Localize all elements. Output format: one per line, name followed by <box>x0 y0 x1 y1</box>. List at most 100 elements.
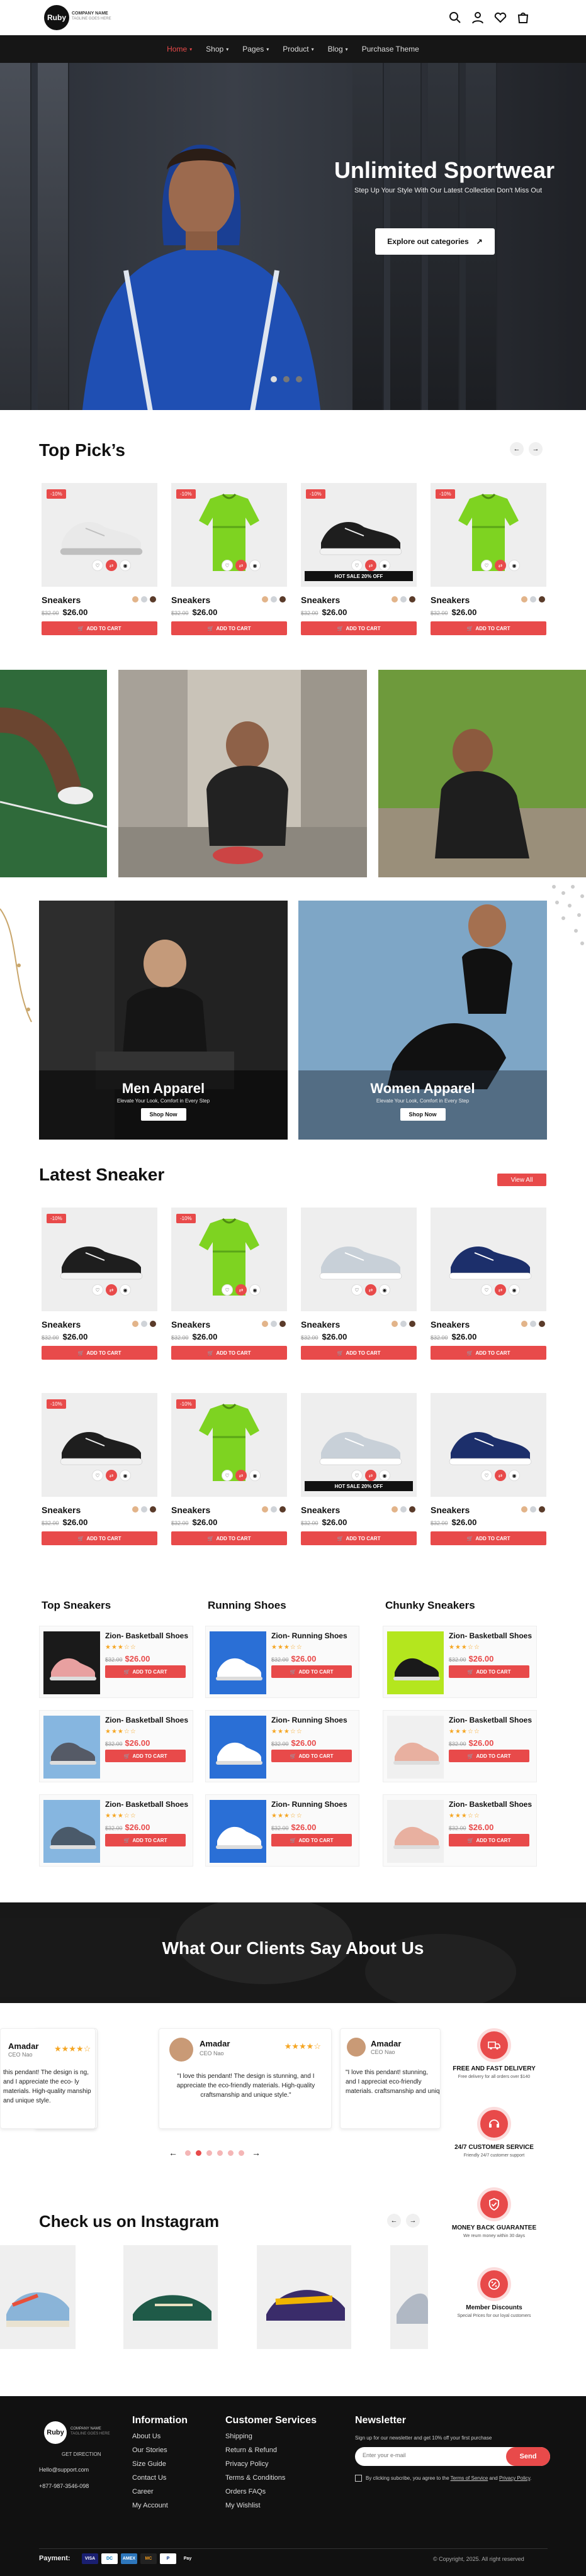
product-name[interactable]: Zion- Running Shoes <box>271 1716 347 1724</box>
product-card[interactable]: -10% ♡ ⇄ ◉ Sneakers $32.00 $26.00 🛒 ADD TO CART <box>431 483 546 647</box>
mini-product-card[interactable]: Zion- Basketball Shoes ★★★☆☆ $32.00 $26.00 🛒… <box>39 1794 193 1867</box>
product-card[interactable]: -10% HOT SALE 20% OFF ♡ ⇄ ◉ Sneakers $32.00 $26… <box>301 483 417 647</box>
swatch[interactable] <box>521 1321 527 1327</box>
product-name[interactable]: Sneakers <box>171 595 210 605</box>
pagination-dot[interactable] <box>196 2150 201 2156</box>
swatch[interactable] <box>132 1321 138 1327</box>
swatch[interactable] <box>409 1506 415 1513</box>
heart-icon[interactable]: ♡ <box>351 560 363 571</box>
swatch[interactable] <box>279 596 286 602</box>
add-to-cart-button[interactable]: 🛒 ADD TO CART <box>301 1531 417 1545</box>
heart-icon[interactable]: ♡ <box>92 560 103 571</box>
product-image[interactable] <box>43 1631 100 1694</box>
heart-icon[interactable]: ♡ <box>92 1470 103 1481</box>
heart-icon[interactable]: ♡ <box>92 1284 103 1296</box>
product-name[interactable]: Zion- Running Shoes <box>271 1800 347 1809</box>
privacy-link[interactable]: Privacy Policy <box>499 2475 530 2481</box>
product-card[interactable]: ♡ ⇄ ◉ Sneakers $32.00 $26.00 🛒 ADD TO CART <box>431 1208 546 1371</box>
product-image[interactable] <box>43 1716 100 1779</box>
product-name[interactable]: Sneakers <box>431 1319 470 1330</box>
swatch[interactable] <box>392 596 398 602</box>
swatch[interactable] <box>409 596 415 602</box>
swatch[interactable] <box>271 1506 277 1513</box>
add-to-cart-button[interactable]: 🛒 ADD TO CART <box>449 1665 529 1678</box>
swatch[interactable] <box>279 1321 286 1327</box>
eye-icon[interactable]: ◉ <box>379 1470 390 1481</box>
swatch[interactable] <box>539 1506 545 1513</box>
swatch[interactable] <box>409 1321 415 1327</box>
add-to-cart-button[interactable]: 🛒 ADD TO CART <box>171 1346 287 1360</box>
arrow-left-icon[interactable]: ← <box>169 2148 177 2158</box>
compare-icon[interactable]: ⇄ <box>235 560 247 571</box>
add-to-cart-button[interactable]: 🛒 ADD TO CART <box>431 1346 546 1360</box>
add-to-cart-button[interactable]: 🛒 ADD TO CART <box>42 1346 157 1360</box>
eye-icon[interactable]: ◉ <box>249 1470 261 1481</box>
product-name[interactable]: Sneakers <box>301 1505 340 1515</box>
hero-dot[interactable] <box>283 376 290 382</box>
heart-icon[interactable]: ♡ <box>481 1470 492 1481</box>
user-icon[interactable] <box>471 11 484 24</box>
nav-item[interactable]: Pages ▾ <box>242 45 269 53</box>
eye-icon[interactable]: ◉ <box>509 1284 520 1296</box>
swatch[interactable] <box>141 1321 147 1327</box>
nav-item[interactable]: Purchase Theme <box>362 45 419 53</box>
arrow-left-icon[interactable]: ← <box>510 442 524 456</box>
compare-icon[interactable]: ⇄ <box>365 560 376 571</box>
footer-link[interactable]: Career <box>132 2488 188 2496</box>
add-to-cart-button[interactable]: 🛒 ADD TO CART <box>301 621 417 635</box>
add-to-cart-button[interactable]: 🛒 ADD TO CART <box>301 1346 417 1360</box>
product-name[interactable]: Zion- Basketball Shoes <box>105 1631 188 1640</box>
footer-link[interactable]: My Account <box>132 2502 188 2509</box>
add-to-cart-button[interactable]: 🛒 ADD TO CART <box>171 621 287 635</box>
compare-icon[interactable]: ⇄ <box>106 560 117 571</box>
footer-link[interactable]: About Us <box>132 2433 188 2440</box>
nav-item[interactable]: Home ▾ <box>167 45 192 53</box>
compare-icon[interactable]: ⇄ <box>365 1284 376 1296</box>
footer-link[interactable]: Shipping <box>225 2433 317 2440</box>
hero-dot[interactable] <box>296 376 302 382</box>
swatch[interactable] <box>141 596 147 602</box>
swatch[interactable] <box>141 1506 147 1513</box>
men-shop-now-button[interactable]: Shop Now <box>140 1108 186 1121</box>
instagram-post[interactable] <box>123 2245 218 2349</box>
swatch[interactable] <box>539 596 545 602</box>
email-field[interactable] <box>363 2452 476 2458</box>
instagram-post[interactable] <box>390 2245 428 2349</box>
product-name[interactable]: Sneakers <box>301 595 340 605</box>
product-image[interactable]: ♡ ⇄ ◉ <box>431 1393 546 1497</box>
product-image[interactable]: ♡ ⇄ ◉ <box>301 1208 417 1311</box>
swatch[interactable] <box>262 1506 268 1513</box>
consent-checkbox[interactable] <box>355 2475 362 2482</box>
product-name[interactable]: Zion- Running Shoes <box>271 1631 347 1640</box>
product-image[interactable] <box>43 1800 100 1863</box>
eye-icon[interactable]: ◉ <box>379 1284 390 1296</box>
swatch[interactable] <box>530 1321 536 1327</box>
product-name[interactable]: Zion- Basketball Shoes <box>449 1631 532 1640</box>
mini-product-card[interactable]: Zion- Running Shoes ★★★☆☆ $32.00 $26.00 🛒 ADD… <box>205 1794 359 1867</box>
swatch[interactable] <box>150 596 156 602</box>
product-card[interactable]: -10% ♡ ⇄ ◉ Sneakers $32.00 $26.00 🛒 ADD TO CART <box>171 1393 287 1557</box>
swatch[interactable] <box>400 1506 407 1513</box>
women-shop-now-button[interactable]: Shop Now <box>400 1108 446 1121</box>
search-icon[interactable] <box>449 11 461 24</box>
swatch[interactable] <box>150 1506 156 1513</box>
nav-item[interactable]: Product ▾ <box>283 45 313 53</box>
product-image[interactable]: -10% ♡ ⇄ ◉ <box>42 483 157 587</box>
product-card[interactable]: HOT SALE 20% OFF ♡ ⇄ ◉ Sneakers $32.00 $26.00 🛒… <box>301 1393 417 1557</box>
swatch[interactable] <box>392 1506 398 1513</box>
footer-link[interactable]: Return & Refund <box>225 2446 317 2454</box>
compare-icon[interactable]: ⇄ <box>495 560 506 571</box>
bag-icon[interactable] <box>517 11 529 24</box>
swatch[interactable] <box>400 1321 407 1327</box>
compare-icon[interactable]: ⇄ <box>106 1284 117 1296</box>
add-to-cart-button[interactable]: 🛒 ADD TO CART <box>271 1665 352 1678</box>
footer-link[interactable]: Our Stories <box>132 2446 188 2454</box>
swatch[interactable] <box>132 1506 138 1513</box>
eye-icon[interactable]: ◉ <box>509 560 520 571</box>
footer-link[interactable]: My Wishlist <box>225 2502 317 2509</box>
footer-logo[interactable]: Ruby <box>44 2421 67 2444</box>
product-image[interactable]: -10% ♡ ⇄ ◉ <box>171 1208 287 1311</box>
hero-dot[interactable] <box>271 376 277 382</box>
product-image[interactable]: -10% ♡ ⇄ ◉ <box>431 483 546 587</box>
product-image[interactable]: -10% ♡ ⇄ ◉ <box>42 1208 157 1311</box>
